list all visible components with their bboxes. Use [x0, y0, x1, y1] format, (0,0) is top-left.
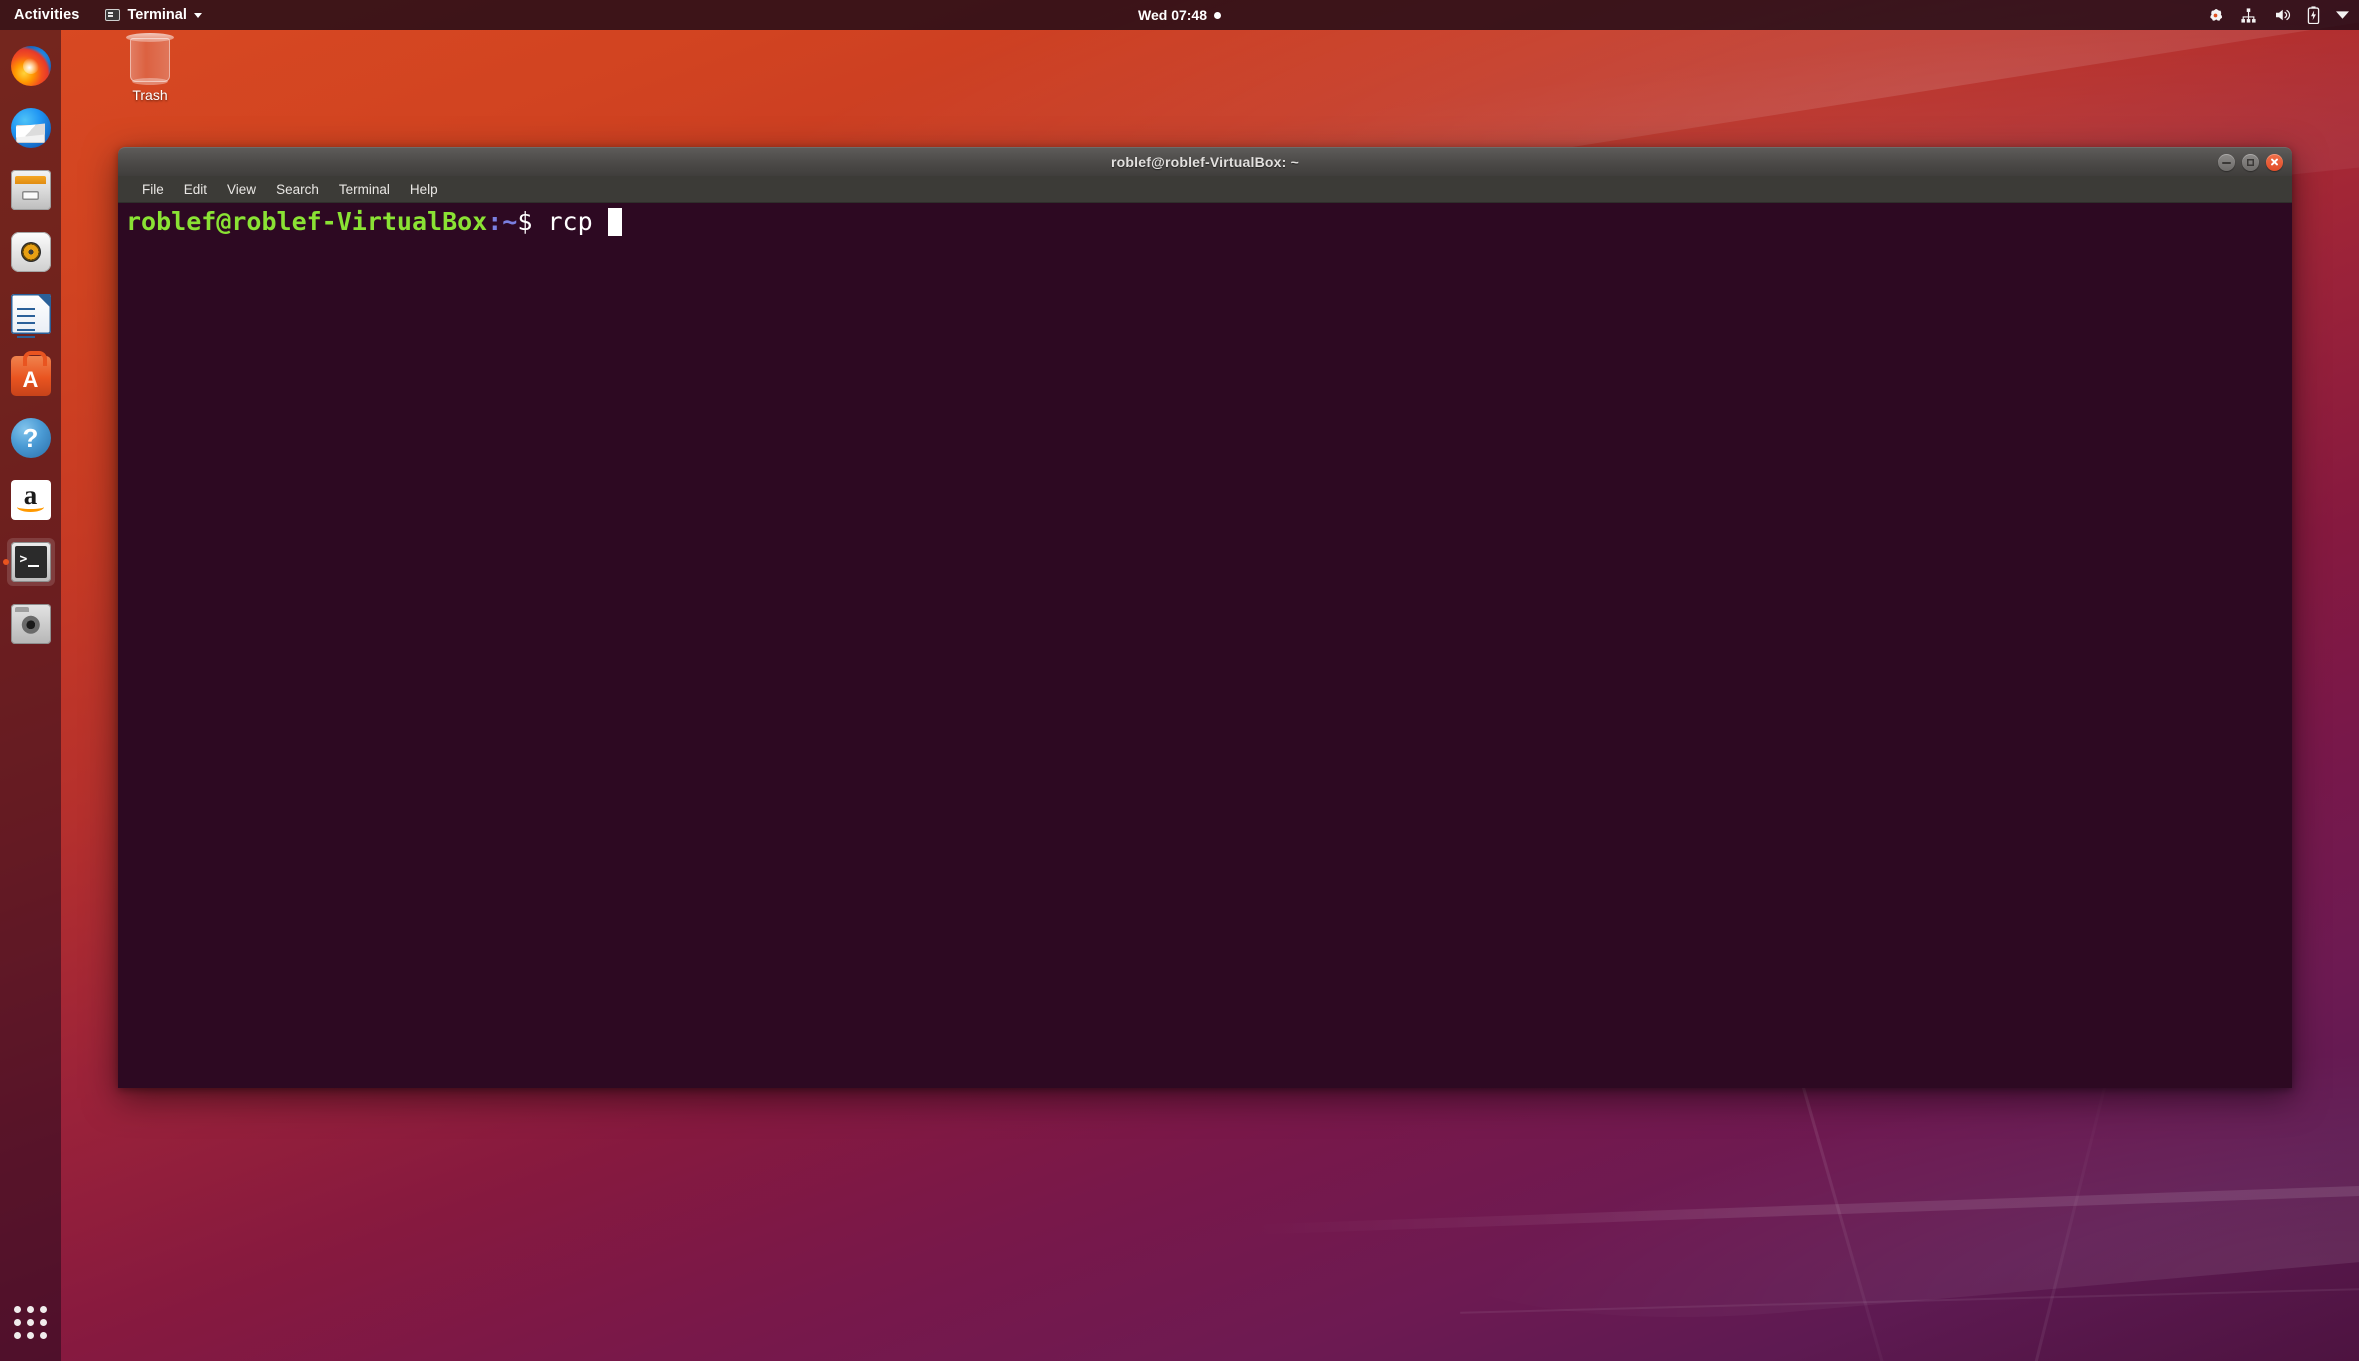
- terminal-output-area[interactable]: roblef@roblef-VirtualBox: ~ $ rcp: [118, 203, 2292, 1088]
- app-menu-label: Terminal: [127, 7, 187, 23]
- terminal-prompt-line: roblef@roblef-VirtualBox: ~ $ rcp: [122, 208, 2292, 236]
- launcher-dock: >: [0, 30, 61, 1361]
- dock-item-amazon[interactable]: [7, 476, 55, 524]
- help-icon: [10, 418, 51, 458]
- libreoffice-writer-icon: [10, 294, 51, 334]
- grid-dot-icon: [40, 1318, 47, 1326]
- window-titlebar[interactable]: roblef@roblef-VirtualBox: ~: [118, 147, 2292, 176]
- window-title: roblef@roblef-VirtualBox: ~: [1111, 154, 1299, 170]
- menu-edit[interactable]: Edit: [174, 179, 217, 200]
- menu-search[interactable]: Search: [266, 179, 329, 200]
- window-controls: [2218, 148, 2283, 176]
- menu-bar: File Edit View Search Terminal Help: [118, 176, 2292, 203]
- top-bar: Activities Terminal Wed 07:48: [0, 0, 2359, 30]
- menu-terminal[interactable]: Terminal: [329, 179, 400, 200]
- battery-icon[interactable]: [2307, 6, 2320, 24]
- close-button[interactable]: [2266, 153, 2283, 171]
- network-icon[interactable]: [2240, 7, 2257, 24]
- terminal-icon: [105, 9, 121, 21]
- wallpaper-streak: [1796, 1068, 1927, 1361]
- grid-dot-icon: [14, 1305, 21, 1313]
- prompt-separator: :: [487, 207, 503, 236]
- grid-dot-icon: [40, 1305, 47, 1313]
- files-icon: [10, 170, 51, 210]
- grid-dot-icon: [14, 1331, 21, 1339]
- thunderbird-icon: [10, 108, 51, 148]
- notification-dot-icon: [1214, 11, 1221, 19]
- menu-help[interactable]: Help: [400, 179, 448, 200]
- dock-item-libreoffice-writer[interactable]: [7, 290, 55, 338]
- rhythmbox-icon: [10, 232, 51, 272]
- grid-dot-icon: [27, 1305, 34, 1313]
- terminal-icon: >: [10, 542, 51, 582]
- prompt-user-host: roblef@roblef-VirtualBox: [126, 207, 488, 236]
- grid-dot-icon: [14, 1318, 21, 1326]
- grid-dot-icon: [40, 1331, 47, 1339]
- prompt-command: [532, 208, 547, 236]
- maximize-button[interactable]: [2242, 153, 2259, 171]
- camera-icon: [10, 604, 51, 644]
- amazon-icon: [10, 480, 51, 520]
- firefox-icon: [10, 46, 51, 86]
- dock-item-files[interactable]: [7, 166, 55, 214]
- wallpaper-streak: [1250, 1165, 2359, 1235]
- volume-icon[interactable]: [2273, 6, 2291, 24]
- prompt-path: ~: [502, 207, 518, 236]
- show-applications-button[interactable]: [14, 1305, 48, 1339]
- system-tray[interactable]: [2207, 6, 2349, 24]
- menu-file[interactable]: File: [132, 179, 174, 200]
- ubuntu-software-icon: [10, 351, 51, 396]
- terminal-window: roblef@roblef-VirtualBox: ~ File Edit Vi…: [118, 147, 2292, 1088]
- terminal-prompt-glyph: >: [19, 552, 28, 567]
- trash-lid-icon: [126, 33, 174, 42]
- menu-view[interactable]: View: [217, 179, 266, 200]
- clock-button[interactable]: Wed 07:48: [1080, 7, 1280, 23]
- terminal-command-text: rcp: [547, 207, 593, 236]
- text-cursor: [607, 208, 622, 236]
- dock-item-help[interactable]: [7, 414, 55, 462]
- wallpaper-streak: [1460, 1288, 2359, 1314]
- prompt-sigil: $: [517, 207, 533, 236]
- dock-item-thunderbird[interactable]: [7, 104, 55, 152]
- desktop-icon-trash[interactable]: Trash: [95, 33, 205, 103]
- activities-button[interactable]: Activities: [14, 7, 79, 23]
- dock-item-firefox[interactable]: [7, 42, 55, 90]
- grid-dot-icon: [27, 1318, 34, 1326]
- trash-base-icon: [132, 78, 168, 85]
- terminal-underscore-glyph: [27, 565, 39, 567]
- clock-label: Wed 07:48: [1138, 7, 1207, 23]
- tweaks-icon[interactable]: [2207, 7, 2224, 24]
- trash-icon: [126, 33, 174, 85]
- grid-dot-icon: [27, 1331, 34, 1339]
- dock-item-ubuntu-software[interactable]: [7, 351, 55, 400]
- minimize-button[interactable]: [2218, 153, 2235, 171]
- chevron-down-icon[interactable]: [2336, 10, 2349, 20]
- dock-item-rhythmbox[interactable]: [7, 228, 55, 276]
- trash-label: Trash: [132, 87, 168, 103]
- dock-item-terminal[interactable]: >: [6, 538, 55, 586]
- app-menu-terminal[interactable]: Terminal: [105, 7, 202, 23]
- dock-item-screenshot[interactable]: [7, 600, 55, 648]
- chevron-down-icon: [193, 12, 202, 18]
